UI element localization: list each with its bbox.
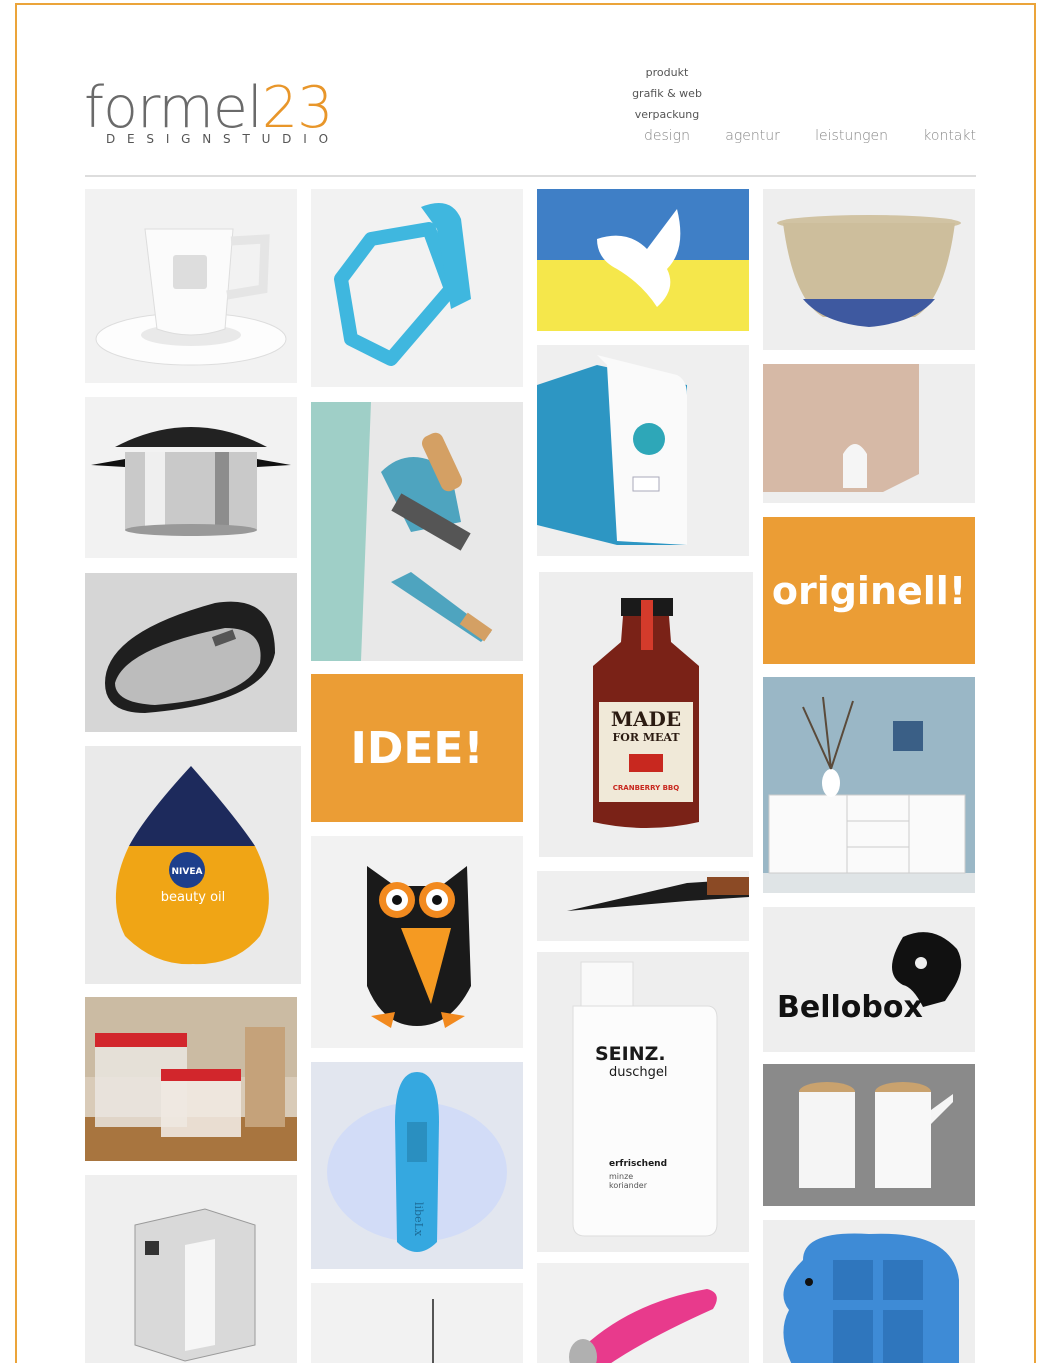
tile-pen[interactable] [537, 871, 749, 941]
originell-text: originell! [771, 568, 967, 613]
logo[interactable]: formel 23 DESIGNSTUDIO [84, 78, 340, 146]
tile-elephant-tray[interactable] [763, 1220, 975, 1363]
tile-espresso-cup[interactable] [85, 189, 297, 383]
bbq-sauce-image: MADE FOR MEAT CRANBERRY BBQ [539, 572, 753, 857]
sideboard-image [763, 677, 975, 893]
owl-image [311, 836, 523, 1048]
nav-agentur[interactable]: agentur [725, 128, 780, 144]
tile-bbq-sauce[interactable]: MADE FOR MEAT CRANBERRY BBQ [539, 572, 753, 857]
submenu-verpackung[interactable]: verpackung [620, 104, 714, 125]
header-divider [85, 175, 976, 177]
logo-subtitle: DESIGNSTUDIO [106, 132, 340, 146]
made-text: MADE [611, 707, 681, 731]
tile-peace-dove[interactable] [537, 189, 749, 331]
tile-mixing-bowl[interactable] [763, 189, 975, 350]
logo-number: 23 [261, 75, 334, 141]
blue-clip-image [311, 189, 523, 387]
tile-brushes[interactable] [311, 402, 523, 661]
cranberry-text: CRANBERRY BBQ [613, 784, 679, 792]
tile-sideboard[interactable] [763, 677, 975, 893]
tile-storage-containers[interactable] [85, 997, 297, 1161]
cooking-pot-image [85, 397, 297, 558]
tile-speaker[interactable] [85, 573, 297, 732]
tile-pink-tool[interactable] [537, 1263, 749, 1363]
for-meat-text: FOR MEAT [612, 731, 680, 744]
device-box-image [537, 345, 749, 556]
seinz-bottle-image: SEINZ. duschgel erfrischend minze korian… [537, 952, 749, 1252]
nivea-oil-image: NIVEA beauty oil [85, 746, 301, 984]
espresso-cup-image [85, 189, 297, 383]
bellobox-logo-image: Bellobox [763, 907, 975, 1052]
tile-first-aid-box[interactable] [85, 1175, 297, 1363]
design-submenu: produkt grafik & web verpackung [620, 62, 714, 125]
minze-text: minze [609, 1172, 633, 1181]
koriander-text: koriander [609, 1181, 648, 1190]
libelx-text: libeLx [412, 1202, 425, 1237]
tile-paper-object[interactable] [763, 364, 975, 503]
submenu-produkt[interactable]: produkt [620, 62, 714, 83]
ceramic-jars-image [763, 1064, 975, 1206]
tile-seinz-shower-gel[interactable]: SEINZ. duschgel erfrischend minze korian… [537, 952, 749, 1252]
tile-blue-clip[interactable] [311, 189, 523, 387]
tile-bellobox[interactable]: Bellobox [763, 907, 975, 1052]
bellobox-text: Bellobox [777, 990, 923, 1025]
nav-kontakt[interactable]: kontakt [923, 128, 976, 144]
beauty-oil-text: beauty oil [161, 890, 226, 905]
logo-word: formel [84, 75, 263, 141]
tile-ceramic-jars[interactable] [763, 1064, 975, 1206]
main-nav: design agentur leistungen kontakt [600, 128, 976, 144]
tile-owl[interactable] [311, 836, 523, 1048]
tile-antenna[interactable] [311, 1283, 523, 1363]
speaker-image [85, 573, 297, 732]
nav-design[interactable]: design [644, 128, 690, 144]
pink-tool-image [537, 1263, 749, 1363]
tile-idee[interactable]: IDEE! [311, 674, 523, 822]
pen-image [537, 871, 749, 941]
tile-originell[interactable]: originell! [763, 517, 975, 664]
tile-uv-light[interactable]: libeLx [311, 1062, 523, 1269]
paper-object-image [763, 364, 975, 503]
idee-text: IDEE! [350, 722, 484, 774]
logo-wordmark: formel 23 [84, 78, 340, 138]
tile-nivea-oil[interactable]: NIVEA beauty oil [85, 746, 301, 984]
seinz-text: SEINZ. [595, 1043, 666, 1065]
uv-light-image: libeLx [311, 1062, 523, 1269]
storage-containers-image [85, 997, 297, 1161]
nivea-text: NIVEA [172, 867, 203, 877]
submenu-grafik-web[interactable]: grafik & web [620, 83, 714, 104]
tile-device-box[interactable] [537, 345, 749, 556]
first-aid-box-image [85, 1175, 297, 1363]
elephant-tray-image [763, 1220, 975, 1363]
brushes-image [311, 402, 523, 661]
nav-leistungen[interactable]: leistungen [815, 128, 888, 144]
peace-dove-image [537, 189, 749, 331]
mixing-bowl-image [763, 189, 975, 350]
tile-cooking-pot[interactable] [85, 397, 297, 558]
duschgel-text: duschgel [609, 1065, 668, 1080]
antenna-image [311, 1283, 523, 1363]
erfrischend-text: erfrischend [609, 1159, 667, 1169]
